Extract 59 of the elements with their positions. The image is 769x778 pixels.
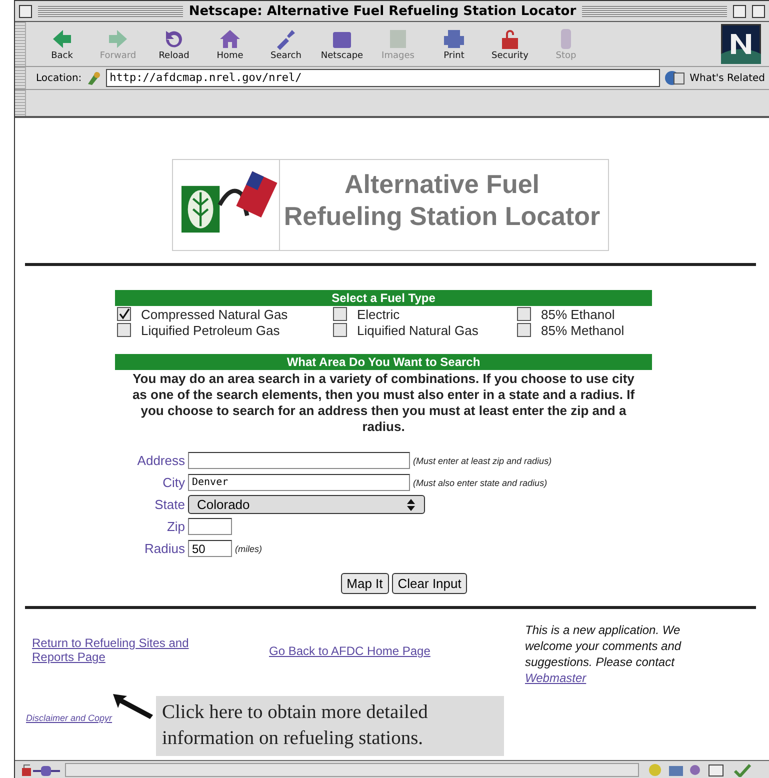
checkbox-label: Liquified Natural Gas (357, 322, 478, 338)
callout-note: Click here to obtain more detailed information on refueling stations. (156, 696, 504, 756)
link[interactable]: Return to Refueling Sites and Reports Page (32, 636, 217, 664)
section-heading: Select a Fuel Type (115, 290, 652, 306)
feedback-text: This is a new application. We welcome your comments and suggestions. Please contact (525, 622, 682, 670)
toolbar-button[interactable]: Back (34, 27, 90, 61)
field-label: State (154, 497, 186, 512)
grip-handle-icon[interactable] (15, 90, 26, 116)
field-hint: (Must enter at least zip and radius) (413, 456, 552, 466)
link[interactable]: Go Back to AFDC Home Page (269, 644, 430, 658)
checkbox[interactable] (333, 323, 347, 337)
field-label: Zip (166, 519, 186, 534)
logo-title: Refueling Station Locator (284, 200, 600, 232)
toolbar-button[interactable]: Reload (146, 27, 202, 61)
checkbox[interactable] (333, 307, 347, 321)
window-title: Netscape: Alternative Fuel Refueling Station Locator (188, 4, 576, 18)
logo-title: Alternative Fuel (343, 168, 541, 200)
input-field[interactable] (188, 452, 410, 469)
whats-related-button[interactable]: What's Related (690, 72, 765, 84)
input-field[interactable]: Denver (188, 474, 410, 491)
section-heading: What Area Do You Want to Search (115, 354, 652, 370)
checkbox-label: Liquified Petroleum Gas (141, 322, 280, 338)
field-label: Radius (144, 541, 186, 556)
field-label: Address (136, 453, 186, 468)
instructions-text: You may do an area search in a variety of combinations. If you choose to use city as one of the search elements, then you must also enter in a state and a radius. If you choose to search for an address then you must at least enter the zip and a radius. (131, 370, 636, 435)
checkbox[interactable] (517, 323, 531, 337)
grip-handle-icon[interactable] (15, 67, 26, 89)
field-hint: (miles) (235, 544, 262, 554)
input-field[interactable] (188, 518, 232, 535)
toolbar-button[interactable]: Security (482, 27, 538, 61)
toolbar-button[interactable]: Search (258, 27, 314, 61)
toolbar-button[interactable]: Netscape (314, 27, 370, 61)
checkbox-label: Electric (357, 306, 400, 322)
toolbar-button[interactable]: Home (202, 27, 258, 61)
input-field[interactable]: 50 (188, 540, 232, 557)
grip-handle-icon[interactable] (15, 22, 26, 66)
house-icon (218, 27, 242, 51)
checkbox-label: 85% Ethanol (541, 306, 615, 322)
state-dropdown[interactable]: Colorado (188, 495, 425, 514)
zoom-box-icon[interactable] (733, 4, 746, 18)
up-down-arrows-icon (406, 498, 416, 512)
netscape-n-logo-icon[interactable] (721, 24, 761, 64)
checkbox[interactable] (117, 307, 131, 321)
checkbox-label: 85% Methanol (541, 322, 624, 338)
form-button[interactable]: Clear Input (392, 573, 468, 594)
webmaster-link[interactable]: Webmaster (525, 671, 586, 685)
toolbar-button[interactable]: Print (426, 27, 482, 61)
checkbox[interactable] (117, 323, 131, 337)
checkbox[interactable] (517, 307, 531, 321)
collapse-box-icon[interactable] (752, 4, 765, 18)
location-label: Location: (36, 72, 82, 84)
disclaimer-link[interactable]: Disclaimer and Copyr (26, 713, 112, 723)
checkbox-label: Compressed Natural Gas (141, 306, 288, 322)
field-label: City (162, 475, 186, 490)
globe-icon[interactable] (664, 70, 686, 86)
url-field[interactable]: http://afdcmap.nrel.gov/nrel/ (106, 69, 660, 87)
field-hint: (Must also enter state and radius) (413, 478, 548, 488)
form-button[interactable]: Map It (340, 573, 389, 594)
close-box-icon[interactable] (19, 4, 32, 18)
